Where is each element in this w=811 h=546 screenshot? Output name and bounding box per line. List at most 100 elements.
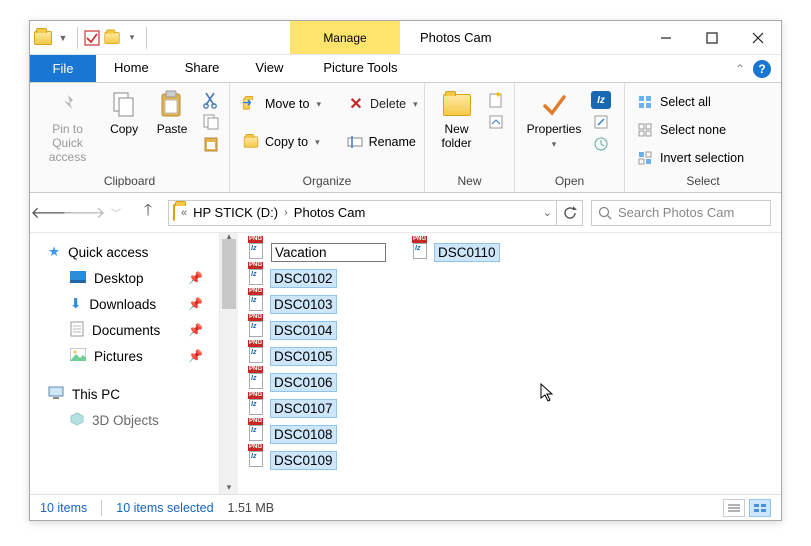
new-item-icon[interactable]: ✦ — [486, 91, 506, 109]
move-to-button[interactable]: ➜ Move to▾ — [238, 93, 325, 115]
pin-to-quick-access-button[interactable]: Pin to Quick access — [38, 89, 97, 164]
file-name: DSC0109 — [271, 452, 336, 469]
nav-desktop[interactable]: Desktop 📌 — [30, 265, 219, 291]
chevron-down-icon[interactable]: ⌄ — [543, 206, 552, 219]
file-item[interactable]: IzPNGDSC0103 — [248, 293, 386, 315]
contextual-tab-manage[interactable]: Manage — [290, 21, 400, 54]
downloads-icon: ⬇ — [70, 296, 81, 312]
nav-quick-access[interactable]: ★ Quick access — [30, 239, 219, 265]
status-selected-count: 10 items selected — [116, 501, 213, 515]
cut-icon[interactable] — [201, 91, 221, 109]
up-button[interactable]: 🡑 — [136, 201, 160, 225]
new-folder-icon — [441, 89, 473, 121]
nav-pictures[interactable]: Pictures 📌 — [30, 343, 219, 369]
minimize-button[interactable] — [643, 21, 689, 54]
delete-icon: ✕ — [347, 95, 365, 113]
properties-button[interactable]: Properties ▾ — [523, 89, 585, 149]
tab-home[interactable]: Home — [96, 55, 167, 82]
png-file-icon: IzPNG — [248, 373, 266, 391]
collapse-ribbon-icon[interactable]: ⌃ — [735, 62, 745, 76]
scroll-down-icon[interactable]: ▾ — [220, 480, 238, 494]
maximize-button[interactable] — [689, 21, 735, 54]
select-all-button[interactable]: Select all — [633, 91, 715, 113]
invert-selection-icon — [637, 149, 655, 167]
nav-this-pc[interactable]: This PC — [30, 381, 219, 407]
group-label: New — [425, 172, 514, 192]
copy-button[interactable]: Copy — [103, 89, 145, 137]
nav-3d-objects[interactable]: 3D Objects — [30, 407, 219, 433]
chevron-down-icon[interactable]: ▼ — [54, 29, 72, 47]
file-item[interactable]: IzPNGDSC0102 — [248, 267, 386, 289]
scrollbar-thumb[interactable] — [222, 239, 236, 309]
folder-small-icon[interactable] — [103, 29, 121, 47]
edit-icon[interactable] — [591, 113, 611, 131]
rename-button[interactable]: Rename — [342, 131, 420, 153]
delete-button[interactable]: ✕ Delete▾ — [343, 93, 422, 115]
chevron-down-icon[interactable]: ▾ — [123, 29, 141, 47]
copy-path-icon[interactable] — [201, 113, 221, 131]
paste-button[interactable]: Paste — [151, 89, 193, 137]
documents-icon — [70, 321, 84, 340]
view-details-button[interactable] — [723, 499, 745, 517]
pin-icon — [52, 89, 84, 121]
titlebar: ▼ ▾ Manage Photos Cam — [30, 21, 781, 55]
nav-downloads[interactable]: ⬇ Downloads 📌 — [30, 291, 219, 317]
chevron-right-icon[interactable]: « — [181, 207, 187, 219]
recent-dropdown[interactable]: ﹀ — [104, 201, 128, 225]
ribbon-group-open: Properties ▾ Iz Open — [515, 83, 625, 192]
file-item[interactable]: IzPNG DSC0107 — [248, 397, 386, 419]
file-list[interactable]: IzPNG IzPNGDSC0102IzPNGDSC0103IzPNGDSC01… — [238, 233, 781, 494]
breadcrumb-segment[interactable]: HP STICK (D:) — [193, 205, 278, 220]
address-bar[interactable]: « HP STICK (D:) › Photos Cam ⌄ — [168, 200, 557, 226]
nav-scrollbar[interactable]: ▴ ▾ — [220, 233, 238, 494]
file-item[interactable]: IzPNGDSC0104 — [248, 319, 386, 341]
address-row: 🡐 🡒 ﹀ 🡑 « HP STICK (D:) › Photos Cam ⌄ S… — [30, 193, 781, 233]
forward-button[interactable]: 🡒 — [72, 201, 96, 225]
group-label: Open — [515, 172, 624, 192]
nav-documents[interactable]: Documents 📌 — [30, 317, 219, 343]
file-item[interactable]: IzPNGDSC0109 — [248, 449, 386, 471]
file-name: DSC0107 — [271, 400, 336, 417]
checkbox-icon[interactable] — [83, 29, 101, 47]
rename-icon — [346, 133, 364, 151]
breadcrumb-segment[interactable]: Photos Cam — [294, 205, 366, 220]
file-item[interactable]: IzPNGDSC0108 — [248, 423, 386, 445]
search-input[interactable]: Search Photos Cam — [591, 200, 771, 226]
file-item-renaming[interactable]: IzPNG — [248, 241, 386, 263]
folder-icon — [173, 205, 175, 220]
status-item-count: 10 items — [40, 501, 87, 515]
new-folder-button[interactable]: New folder — [433, 89, 480, 151]
history-icon[interactable] — [591, 135, 611, 153]
invert-selection-button[interactable]: Invert selection — [633, 147, 748, 169]
tab-view[interactable]: View — [237, 55, 301, 82]
tab-file[interactable]: File — [30, 55, 96, 82]
chevron-right-icon[interactable]: › — [284, 207, 288, 219]
png-file-icon: IzPNG — [412, 243, 430, 261]
file-name: DSC0103 — [271, 296, 336, 313]
file-item[interactable]: IzPNGDSC0106 — [248, 371, 386, 393]
tab-share[interactable]: Share — [167, 55, 238, 82]
tab-picture-tools[interactable]: Picture Tools — [305, 55, 415, 82]
move-to-icon: ➜ — [242, 95, 260, 113]
paste-shortcut-icon[interactable] — [201, 135, 221, 153]
pc-icon — [48, 386, 64, 403]
rename-input[interactable] — [271, 243, 386, 262]
close-button[interactable] — [735, 21, 781, 54]
refresh-button[interactable] — [557, 200, 583, 226]
copy-to-button[interactable]: Copy to▾ — [238, 131, 324, 153]
open-icon[interactable]: Iz — [591, 91, 611, 109]
3d-icon — [70, 412, 84, 429]
select-none-button[interactable]: Select none — [633, 119, 730, 141]
back-button[interactable]: 🡐 — [40, 201, 64, 225]
ribbon: Pin to Quick access Copy Paste Clipboard — [30, 83, 781, 193]
pin-icon: 📌 — [188, 297, 203, 311]
png-file-icon: IzPNG — [248, 399, 266, 417]
content-area: ★ Quick access Desktop 📌 ⬇ Downloads 📌 D… — [30, 233, 781, 494]
file-item[interactable]: IzPNGDSC0110 — [412, 241, 499, 263]
group-label: Organize — [230, 172, 424, 192]
help-icon[interactable]: ? — [753, 60, 771, 78]
view-thumbnails-button[interactable] — [749, 499, 771, 517]
ribbon-group-organize: ➜ Move to▾ ✕ Delete▾ Copy to▾ — [230, 83, 425, 192]
easy-access-icon[interactable] — [486, 113, 506, 131]
file-item[interactable]: IzPNGDSC0105 — [248, 345, 386, 367]
